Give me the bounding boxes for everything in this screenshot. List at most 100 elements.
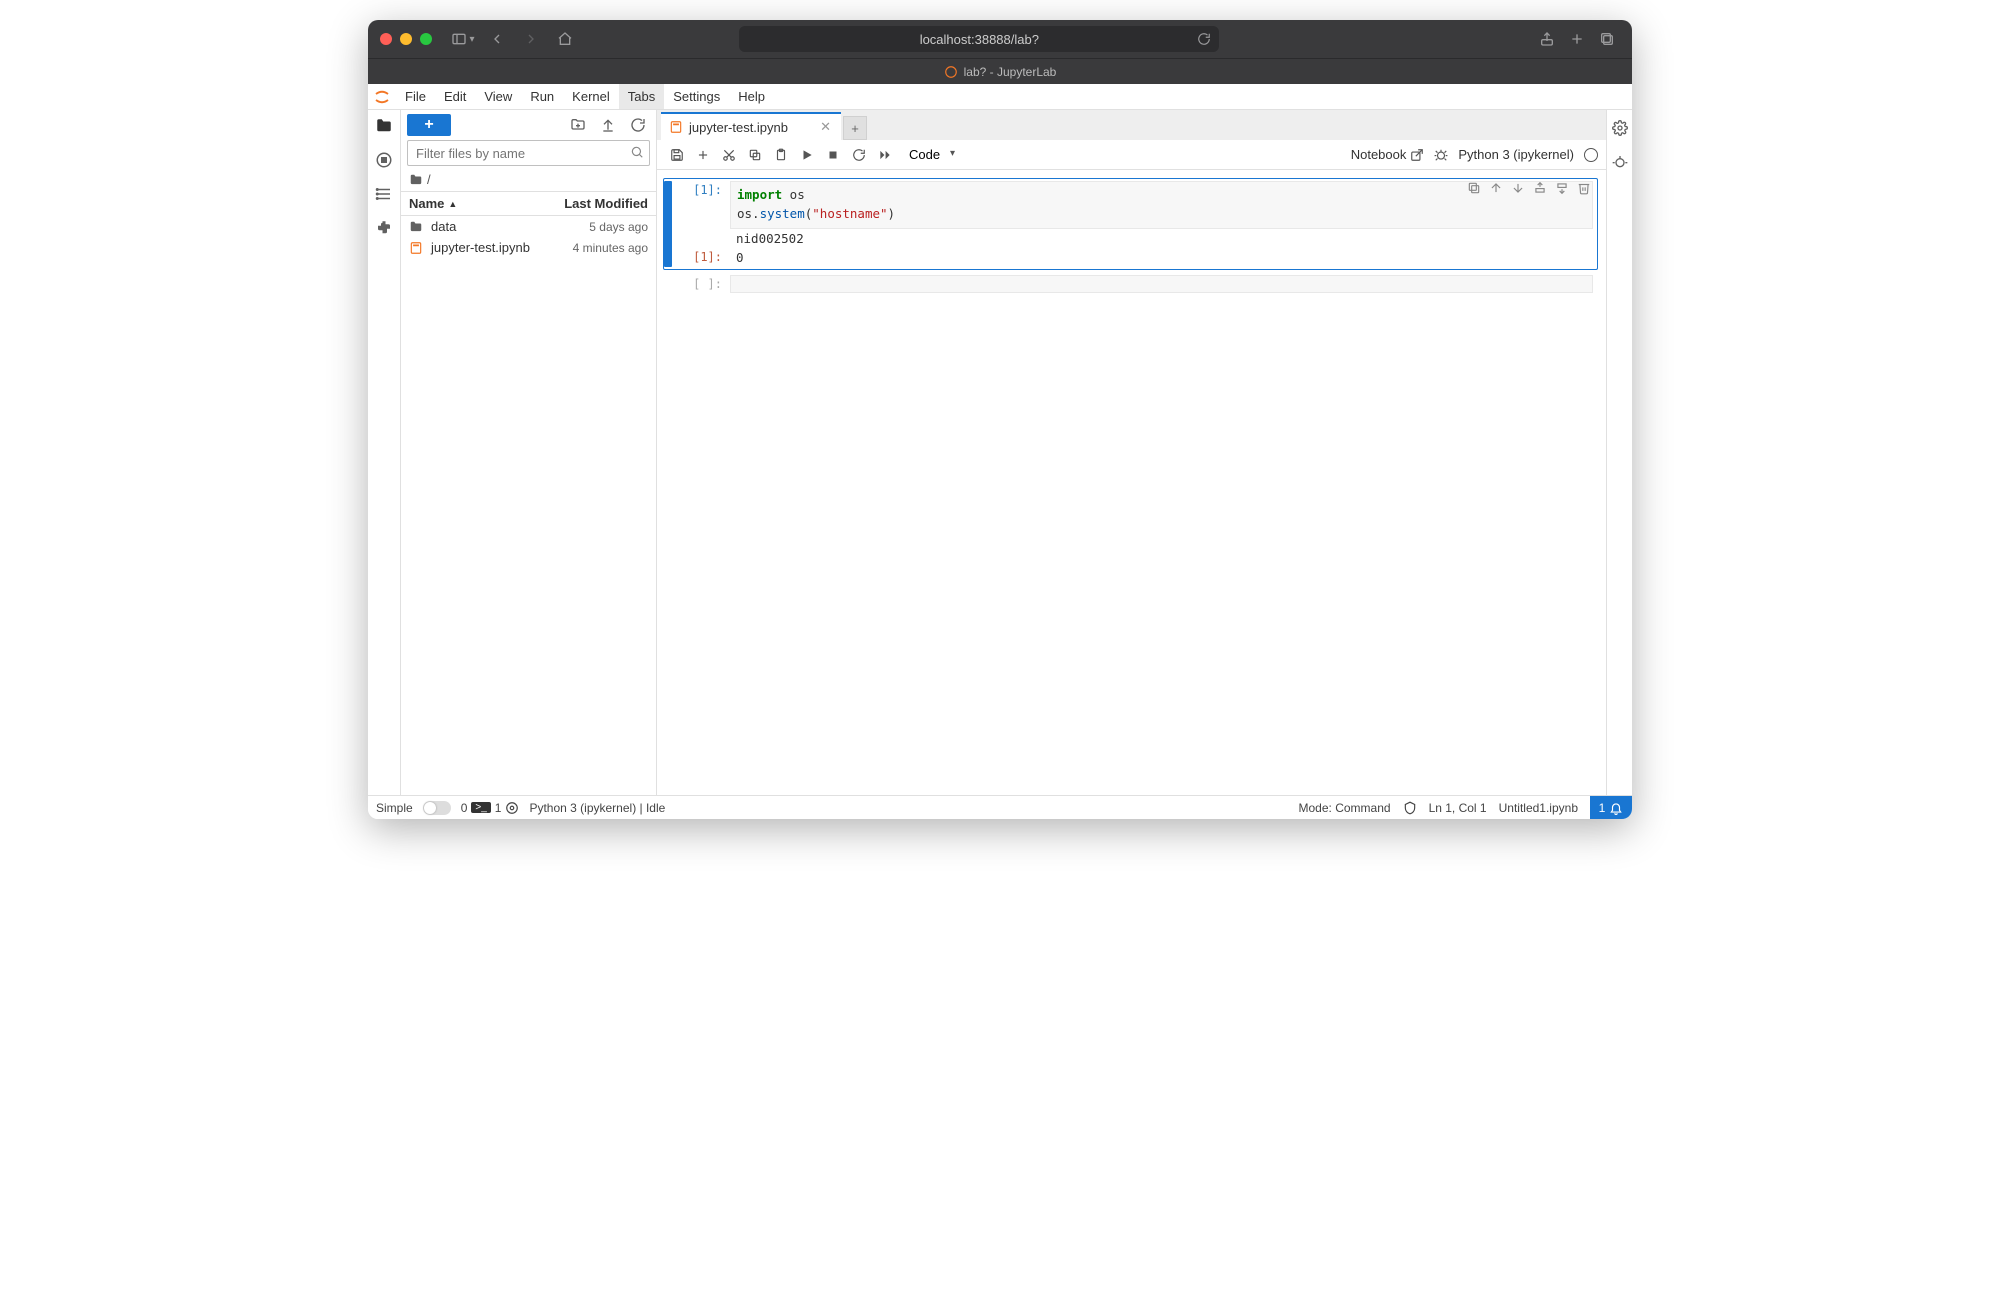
kernel-name-button[interactable]: Python 3 (ipykernel) [1458, 147, 1574, 162]
header-modified-col[interactable]: Last Modified [564, 196, 648, 211]
kernel-status-text[interactable]: Python 3 (ipykernel) | Idle [529, 801, 665, 815]
copy-cell-button[interactable] [743, 143, 767, 167]
filebrowser-row[interactable]: data5 days ago [401, 216, 656, 237]
folder-icon [409, 173, 423, 187]
property-inspector-icon[interactable] [1610, 118, 1630, 138]
filebrowser-row[interactable]: jupyter-test.ipynb4 minutes ago [401, 237, 656, 258]
save-button[interactable] [665, 143, 689, 167]
insert-below-icon[interactable] [1555, 181, 1569, 195]
active-file-name[interactable]: Untitled1.ipynb [1499, 801, 1578, 815]
search-icon [630, 145, 644, 159]
menu-edit[interactable]: Edit [435, 84, 475, 109]
upload-button[interactable] [596, 114, 620, 136]
cell-code-editor-empty[interactable] [730, 275, 1593, 293]
row-modified: 5 days ago [589, 220, 648, 234]
filebrowser-header: Name ▲ Last Modified [401, 191, 656, 216]
bell-icon [1609, 801, 1623, 815]
delete-cell-icon[interactable] [1577, 181, 1591, 195]
external-link-icon [1410, 148, 1424, 162]
cell-type-select[interactable]: Code [905, 145, 959, 164]
window-zoom-button[interactable] [420, 33, 432, 45]
share-button[interactable] [1534, 27, 1560, 51]
duplicate-cell-icon[interactable] [1467, 181, 1481, 195]
menu-view[interactable]: View [475, 84, 521, 109]
notebook-tab[interactable]: jupyter-test.ipynb ✕ [661, 112, 841, 140]
open-classic-link[interactable]: Notebook [1351, 147, 1425, 162]
left-activity-bar [368, 110, 401, 795]
menu-settings[interactable]: Settings [664, 84, 729, 109]
paste-cell-button[interactable] [769, 143, 793, 167]
lsp-status-icon[interactable] [505, 801, 519, 815]
running-sessions-tab-icon[interactable] [374, 150, 394, 170]
notebook-icon [669, 120, 683, 134]
row-name: jupyter-test.ipynb [431, 240, 573, 255]
reload-icon[interactable] [1197, 32, 1211, 46]
terminals-count[interactable]: 1 [495, 801, 502, 815]
add-tab-button[interactable]: + [843, 116, 867, 140]
extensions-tab-icon[interactable] [374, 218, 394, 238]
window-minimize-button[interactable] [400, 33, 412, 45]
notebook-toolbar: Code Notebook Python 3 (ipykernel) [657, 140, 1606, 170]
right-activity-bar [1606, 110, 1632, 795]
window-close-button[interactable] [380, 33, 392, 45]
input-prompt-empty: [ ]: [672, 275, 730, 293]
new-launcher-button[interactable]: + [407, 114, 451, 136]
menu-kernel[interactable]: Kernel [563, 84, 619, 109]
mode-indicator: Mode: Command [1299, 801, 1391, 815]
jupyter-logo-icon[interactable] [368, 84, 396, 110]
toc-tab-icon[interactable] [374, 184, 394, 204]
debugger-button[interactable] [1434, 148, 1448, 162]
row-modified: 4 minutes ago [573, 241, 648, 255]
insert-cell-button[interactable] [691, 143, 715, 167]
cell-collapser[interactable] [664, 275, 672, 293]
cell-collapser[interactable] [664, 181, 672, 267]
notifications-count: 1 [1599, 801, 1606, 815]
refresh-button[interactable] [626, 114, 650, 136]
cell-code-editor[interactable]: import os os.system("hostname") [730, 181, 1593, 229]
menu-help[interactable]: Help [729, 84, 774, 109]
interrupt-kernel-button[interactable] [821, 143, 845, 167]
row-name: data [431, 219, 589, 234]
menu-file[interactable]: File [396, 84, 435, 109]
simple-mode-toggle[interactable] [423, 801, 451, 815]
trusted-icon[interactable] [1403, 801, 1417, 815]
home-button[interactable] [552, 27, 578, 51]
url-text: localhost:38888/lab? [920, 32, 1039, 47]
nav-forward-button[interactable] [518, 27, 544, 51]
filebrowser-panel: + [401, 110, 657, 795]
restart-run-all-button[interactable] [873, 143, 897, 167]
cursor-position[interactable]: Ln 1, Col 1 [1429, 801, 1487, 815]
tab-bar: jupyter-test.ipynb ✕ + [657, 110, 1606, 140]
filebrowser-tab-icon[interactable] [374, 116, 394, 136]
nav-back-button[interactable] [484, 27, 510, 51]
tab-overview-button[interactable] [1594, 27, 1620, 51]
debugger-panel-icon[interactable] [1610, 152, 1630, 172]
status-bar: Simple 0 >_ 1 Python 3 (ipykernel) | Idl… [368, 795, 1632, 819]
menu-run[interactable]: Run [521, 84, 563, 109]
notebook-icon [409, 241, 425, 255]
restart-kernel-button[interactable] [847, 143, 871, 167]
run-cell-button[interactable] [795, 143, 819, 167]
browser-tab-title: lab? - JupyterLab [368, 58, 1632, 84]
sidebar-toggle-button[interactable]: ▾ [450, 27, 476, 51]
move-cell-down-icon[interactable] [1511, 181, 1525, 195]
url-bar[interactable]: localhost:38888/lab? [739, 26, 1219, 52]
kernels-count[interactable]: 0 [461, 801, 468, 815]
new-tab-button[interactable] [1564, 27, 1590, 51]
breadcrumb[interactable]: / [401, 170, 656, 191]
main-area: jupyter-test.ipynb ✕ + [657, 110, 1606, 795]
code-cell-empty[interactable]: [ ]: [663, 272, 1598, 296]
new-folder-button[interactable] [566, 114, 590, 136]
filter-input[interactable] [407, 140, 650, 166]
tab-title: jupyter-test.ipynb [689, 120, 788, 135]
header-name-col[interactable]: Name ▲ [409, 196, 564, 211]
tab-close-button[interactable]: ✕ [818, 119, 833, 135]
menu-tabs[interactable]: Tabs [619, 84, 664, 109]
insert-above-icon[interactable] [1533, 181, 1547, 195]
cut-cell-button[interactable] [717, 143, 741, 167]
move-cell-up-icon[interactable] [1489, 181, 1503, 195]
notifications-button[interactable]: 1 [1590, 796, 1632, 820]
code-cell[interactable]: [1]: import os os.system("hostname") nid… [663, 178, 1598, 270]
notebook-body[interactable]: [1]: import os os.system("hostname") nid… [657, 170, 1606, 795]
kernel-status-indicator[interactable] [1584, 148, 1598, 162]
